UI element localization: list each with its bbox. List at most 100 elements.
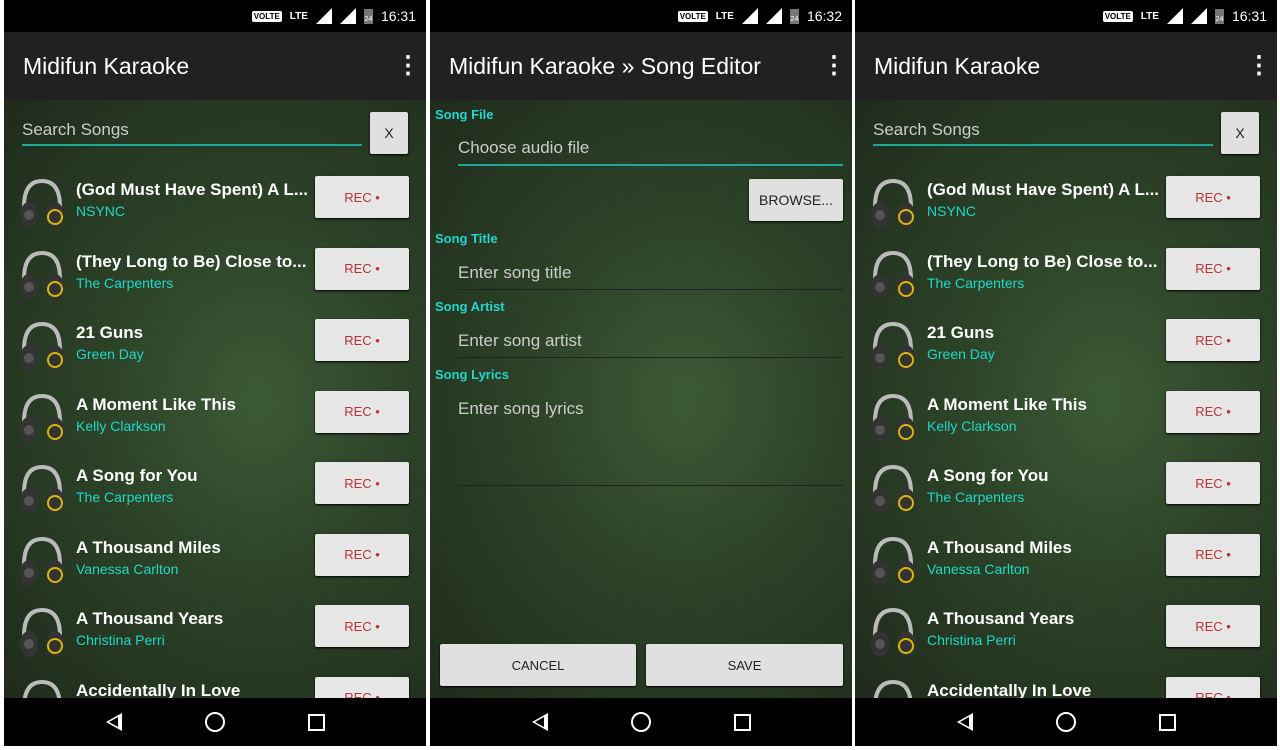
lte-icon: LTE — [715, 10, 734, 22]
rec-button[interactable]: REC • — [1166, 319, 1260, 361]
song-list-item[interactable]: (God Must Have Spent) A L... NSYNC REC • — [4, 172, 426, 244]
clear-search-button[interactable]: X — [1221, 112, 1259, 154]
signal-icon — [1166, 8, 1183, 24]
recents-icon[interactable] — [307, 713, 325, 731]
headphones-icon — [869, 320, 917, 374]
app-bar: Midifun Karaoke ⋮ — [4, 32, 426, 100]
song-artist: Christina Perri — [927, 632, 1016, 648]
rec-button[interactable]: REC • — [315, 319, 409, 361]
clear-search-button[interactable]: X — [370, 112, 408, 154]
song-list-item[interactable]: A Song for You The Carpenters REC • — [4, 458, 426, 530]
overflow-menu-icon[interactable]: ⋮ — [396, 54, 420, 78]
song-artist-input[interactable]: Enter song artist — [458, 331, 843, 358]
signal-icon — [1190, 8, 1207, 24]
headphones-icon — [869, 392, 917, 446]
recents-icon[interactable] — [733, 713, 751, 731]
headphones-icon — [18, 463, 66, 517]
headphones-icon — [18, 249, 66, 303]
app-title: Midifun Karaoke — [23, 52, 190, 79]
rec-button[interactable]: REC • — [1166, 533, 1260, 576]
rec-button[interactable]: REC • — [315, 390, 409, 433]
song-artist: The Carpenters — [927, 274, 1025, 291]
song-list-item[interactable]: 21 Guns Green Day REC • — [4, 315, 426, 387]
song-title: (God Must Have Spent) A L... — [76, 180, 309, 199]
headphones-icon — [869, 177, 917, 231]
headphones-icon — [869, 606, 917, 660]
nav-bar — [4, 698, 426, 746]
song-artist: Kelly Clarkson — [927, 417, 1017, 434]
song-list-item[interactable]: (God Must Have Spent) A L... NSYNC REC • — [855, 172, 1277, 244]
rec-button[interactable]: REC • — [1166, 390, 1260, 433]
app-title: Midifun Karaoke — [874, 52, 1041, 79]
song-list-item[interactable]: (They Long to Be) Close to... The Carpen… — [4, 244, 426, 316]
back-icon[interactable] — [531, 713, 548, 731]
song-artist: Green Day — [76, 346, 144, 362]
rec-button[interactable]: REC • — [1166, 462, 1260, 504]
nav-bar — [430, 698, 852, 746]
home-icon[interactable] — [630, 712, 651, 732]
back-icon[interactable] — [956, 713, 973, 731]
rec-button[interactable]: REC • — [315, 176, 409, 218]
lte-icon: LTE — [1140, 10, 1159, 22]
song-lyrics-input[interactable]: Enter song lyrics — [458, 399, 843, 486]
song-artist: Vanessa Carlton — [927, 560, 1030, 577]
song-title: 21 Guns — [927, 323, 995, 342]
browse-button[interactable]: BROWSE... — [749, 179, 843, 221]
song-list-item[interactable]: A Moment Like This Kelly Clarkson REC • — [855, 387, 1277, 459]
song-list-item[interactable]: A Thousand Miles Vanessa Carlton REC • — [4, 530, 426, 602]
song-title: A Thousand Years — [927, 609, 1075, 628]
song-list-item[interactable]: A Thousand Years Christina Perri REC • — [4, 601, 426, 673]
home-icon[interactable] — [1055, 712, 1076, 732]
rec-button[interactable]: REC • — [1166, 176, 1260, 218]
battery-icon: 24 — [1214, 8, 1224, 24]
song-artist: NSYNC — [76, 203, 126, 219]
song-title-input[interactable]: Enter song title — [458, 263, 843, 290]
song-list-item[interactable]: A Thousand Miles Vanessa Carlton REC • — [855, 530, 1277, 602]
song-title: A Song for You — [927, 466, 1049, 485]
headphones-icon — [18, 606, 66, 660]
song-list: Search Songs X (God Must Have Spent) A L… — [4, 100, 426, 729]
song-list-screen-1: VOLTE LTE 24 16:31 Midifun Karaoke ⋮ Sea… — [4, 0, 426, 746]
rec-button[interactable]: REC • — [315, 605, 409, 647]
search-input[interactable]: Search Songs — [873, 114, 1213, 146]
status-bar: VOLTE LTE 24 16:32 — [430, 0, 852, 32]
signal-icon — [339, 8, 356, 24]
song-artist-label: Song Artist — [435, 299, 505, 314]
rec-button[interactable]: REC • — [315, 247, 409, 290]
lte-icon: LTE — [289, 10, 308, 22]
rec-button[interactable]: REC • — [1166, 605, 1260, 647]
song-list-item[interactable]: A Thousand Years Christina Perri REC • — [855, 601, 1277, 673]
search-input[interactable]: Search Songs — [22, 114, 362, 146]
song-artist: Vanessa Carlton — [76, 560, 179, 577]
song-title-label: Song Title — [435, 231, 498, 246]
song-list-item[interactable]: (They Long to Be) Close to... The Carpen… — [855, 244, 1277, 316]
song-title: A Thousand Years — [76, 609, 224, 628]
cancel-button[interactable]: CANCEL — [440, 644, 636, 686]
volte-icon: VOLTE — [1102, 10, 1133, 22]
rec-button[interactable]: REC • — [315, 462, 409, 504]
home-icon[interactable] — [204, 712, 225, 732]
song-list-item[interactable]: A Moment Like This Kelly Clarkson REC • — [4, 387, 426, 459]
headphones-icon — [18, 392, 66, 446]
song-file-input[interactable]: Choose audio file — [458, 138, 843, 166]
clock: 16:31 — [1231, 8, 1267, 24]
rec-button[interactable]: REC • — [315, 533, 409, 576]
status-bar: VOLTE LTE 24 16:31 — [4, 0, 426, 32]
song-artist: NSYNC — [927, 203, 977, 219]
song-title: (They Long to Be) Close to... — [76, 251, 307, 271]
volte-icon: VOLTE — [251, 10, 282, 22]
status-bar: VOLTE LTE 24 16:31 — [855, 0, 1277, 32]
battery-icon: 24 — [789, 8, 799, 24]
song-list-item[interactable]: A Song for You The Carpenters REC • — [855, 458, 1277, 530]
song-title: 21 Guns — [76, 323, 144, 342]
rec-button[interactable]: REC • — [1166, 247, 1260, 290]
back-icon[interactable] — [105, 713, 122, 731]
song-lyrics-label: Song Lyrics — [435, 367, 509, 382]
recents-icon[interactable] — [1158, 713, 1176, 731]
battery-icon: 24 — [363, 8, 373, 24]
overflow-menu-icon[interactable]: ⋮ — [822, 54, 846, 78]
overflow-menu-icon[interactable]: ⋮ — [1247, 54, 1271, 78]
song-list-item[interactable]: 21 Guns Green Day REC • — [855, 315, 1277, 387]
save-button[interactable]: SAVE — [646, 644, 843, 686]
headphones-icon — [18, 177, 66, 231]
